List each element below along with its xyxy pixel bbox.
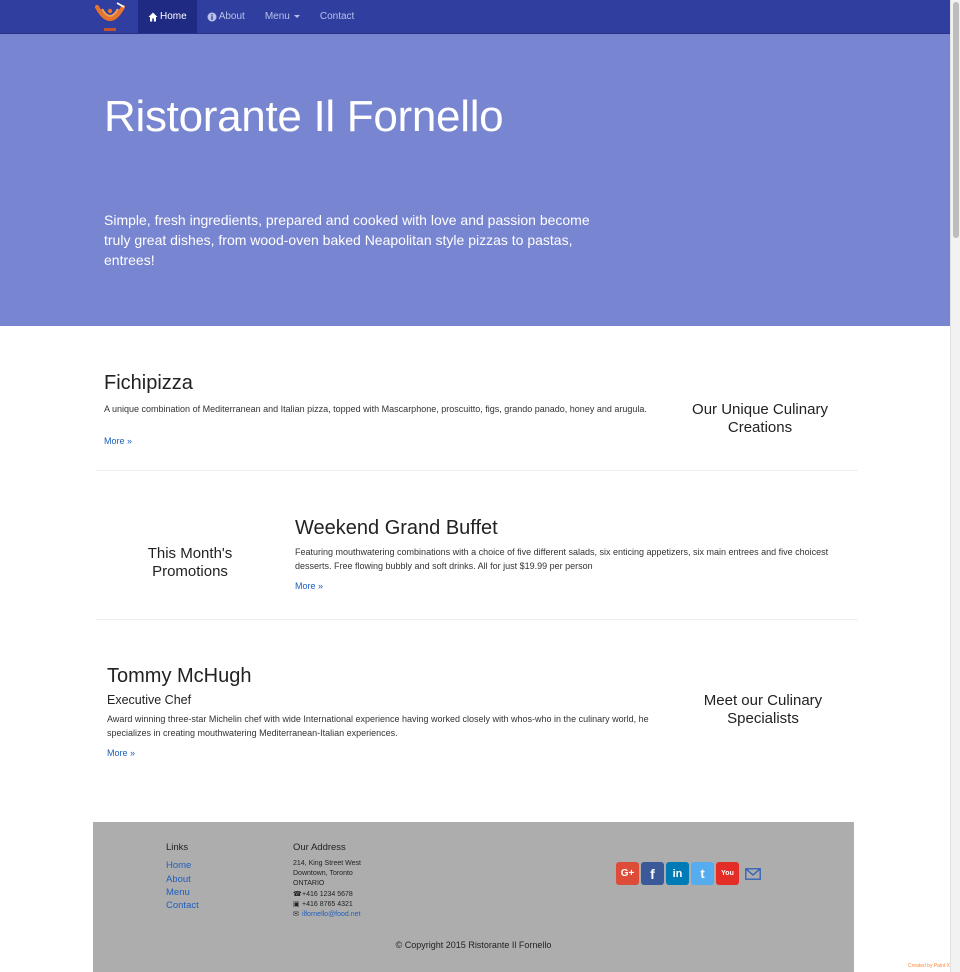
social-buttons: G+ f in t You (616, 862, 766, 885)
nav-about-label: About (218, 11, 245, 22)
section-culinary-specialists: Tommy McHugh Executive Chef Award winnin… (96, 620, 858, 800)
address-line: 214, King Street West (293, 860, 361, 867)
section-title: Tommy McHugh (107, 665, 252, 687)
caret-down-icon (293, 15, 300, 18)
phone-icon: ☎ (293, 891, 302, 898)
youtube-icon[interactable]: You (716, 862, 739, 885)
more-link[interactable]: More » (104, 436, 132, 446)
hero-tagline: Simple, fresh ingredients, prepared and … (104, 212, 590, 268)
footer-address-heading: Our Address (293, 842, 346, 853)
section-text: Award winning three-star Michelin chef w… (107, 714, 649, 738)
address-line: ONTARIO (293, 880, 325, 887)
page-scrollbar[interactable] (950, 0, 960, 972)
fax-line: ▣ +416 8765 4321 (293, 900, 353, 908)
nav-menu-label: Menu (264, 11, 290, 22)
section-title: Weekend Grand Buffet (295, 517, 498, 539)
nav-home-label: Home (160, 11, 187, 22)
google-plus-icon[interactable]: G+ (616, 862, 639, 885)
section-side-heading: Meet our Culinary Specialists (703, 692, 823, 727)
nav-menu-dropdown[interactable]: Menu (255, 0, 310, 33)
nav-contact[interactable]: Contact (310, 0, 364, 33)
more-link[interactable]: More » (295, 581, 323, 591)
nav-about[interactable]: About (197, 0, 255, 33)
main-nav: Home About Menu Contact (138, 0, 364, 33)
envelope-icon: ✉ (293, 911, 299, 918)
hero-title: Ristorante Il Fornello (104, 92, 504, 141)
section-culinary-creations: Fichipizza A unique combination of Medit… (96, 326, 858, 470)
section-promotions: This Month's Promotions Weekend Grand Bu… (96, 471, 858, 619)
footer-link-menu[interactable]: Menu (166, 887, 190, 898)
linkedin-icon[interactable]: in (666, 862, 689, 885)
top-navbar: Home About Menu Contact (0, 0, 950, 34)
twitter-icon[interactable]: t (691, 862, 714, 885)
section-title: Fichipizza (104, 372, 193, 394)
section-side-heading: Our Unique Culinary Creations (692, 401, 828, 436)
footer-links-heading: Links (166, 842, 189, 853)
scrollbar-thumb[interactable] (953, 2, 959, 238)
facebook-icon[interactable]: f (641, 862, 664, 885)
home-icon (148, 12, 158, 22)
email-line: ✉ ilfornello@food.net (293, 910, 360, 918)
copyright-text: © Copyright 2015 Ristorante Il Fornello (395, 940, 552, 950)
address-line: Downtown, Toronto (293, 870, 353, 877)
section-side-heading: This Month's Promotions (147, 545, 233, 580)
site-footer: Links Home About Menu Contact Our Addres… (93, 822, 854, 972)
nav-contact-label: Contact (319, 11, 355, 22)
hero-jumbotron: Ristorante Il Fornello Simple, fresh ing… (0, 34, 950, 326)
more-link[interactable]: More » (107, 748, 135, 758)
email-link[interactable]: ilfornello@food.net (302, 911, 360, 918)
fax-icon: ▣ (293, 901, 300, 908)
phone-number: +416 1234 5678 (302, 891, 353, 898)
info-icon (207, 12, 217, 22)
mail-icon[interactable] (741, 862, 764, 885)
nav-home[interactable]: Home (138, 0, 197, 33)
restaurant-logo[interactable] (93, 1, 127, 33)
fax-number: +416 8765 4321 (302, 901, 353, 908)
phone-line: ☎+416 1234 5678 (293, 890, 353, 898)
section-text: Featuring mouthwatering combinations wit… (295, 547, 829, 571)
footer-link-about[interactable]: About (166, 874, 191, 885)
section-subtitle: Executive Chef (107, 693, 192, 707)
credit-text: Created by Paint X (908, 963, 950, 969)
footer-link-home[interactable]: Home (166, 860, 191, 871)
section-text: A unique combination of Mediterranean an… (104, 404, 647, 414)
footer-link-contact[interactable]: Contact (166, 900, 199, 911)
